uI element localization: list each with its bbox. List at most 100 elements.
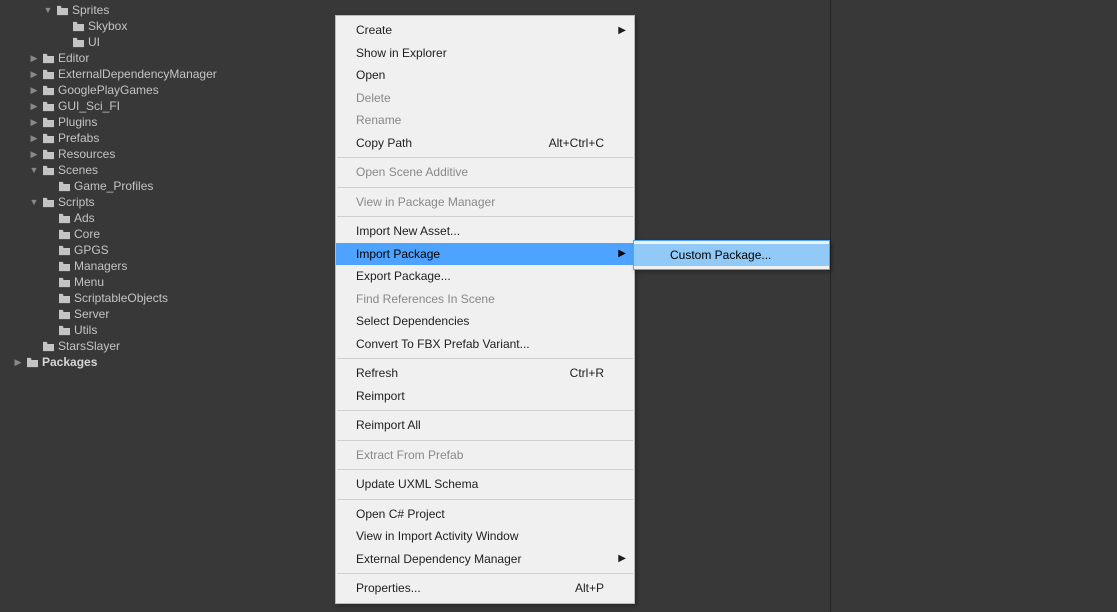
folder-icon — [56, 210, 72, 226]
folder-icon — [56, 178, 72, 194]
expand-arrow-down-icon[interactable]: ▼ — [28, 162, 40, 178]
context-menu-item-label: Copy Path — [356, 136, 549, 150]
context-menu-item: Delete — [336, 87, 634, 110]
context-menu-item[interactable]: Export Package... — [336, 265, 634, 288]
context-menu-item[interactable]: Select Dependencies — [336, 310, 634, 333]
submenu-item[interactable]: Custom Package... — [634, 244, 829, 266]
context-menu-item-label: Delete — [356, 91, 604, 105]
expand-arrow-right-icon[interactable]: ▶ — [28, 130, 40, 146]
tree-item[interactable]: ▶Managers — [0, 258, 220, 274]
context-menu-item-label: Import New Asset... — [356, 224, 604, 238]
expand-arrow-right-icon[interactable]: ▶ — [28, 82, 40, 98]
expand-arrow-right-icon[interactable]: ▶ — [28, 98, 40, 114]
tree-item-label: Ads — [74, 210, 95, 226]
context-menu-item-label: Reimport All — [356, 418, 604, 432]
tree-item[interactable]: ▶ Packages — [0, 354, 220, 370]
folder-icon — [56, 258, 72, 274]
context-menu-item[interactable]: Show in Explorer — [336, 42, 634, 65]
tree-item-label: Editor — [58, 50, 89, 66]
context-menu-item[interactable]: View in Import Activity Window — [336, 525, 634, 548]
import-package-submenu[interactable]: Custom Package... — [633, 240, 830, 270]
folder-icon — [40, 146, 56, 162]
context-menu-item[interactable]: Create▶ — [336, 19, 634, 42]
context-menu-item: Find References In Scene — [336, 288, 634, 311]
tree-item-label: Core — [74, 226, 100, 242]
expand-arrow-down-icon[interactable]: ▼ — [42, 2, 54, 18]
tree-item[interactable]: ▶Prefabs — [0, 130, 220, 146]
folder-icon — [40, 114, 56, 130]
tree-item[interactable]: ▼ Sprites — [0, 2, 220, 18]
folder-icon — [56, 290, 72, 306]
folder-icon — [56, 242, 72, 258]
context-menu-separator — [337, 157, 633, 158]
context-menu-item-label: External Dependency Manager — [356, 552, 604, 566]
tree-item[interactable]: ▶Skybox — [0, 18, 220, 34]
folder-icon — [56, 306, 72, 322]
context-menu-item-label: Refresh — [356, 366, 570, 380]
context-menu-separator — [337, 499, 633, 500]
folder-icon — [40, 338, 56, 354]
context-menu-item-label: Import Package — [356, 247, 604, 261]
tree-item-label: GUI_Sci_FI — [58, 98, 120, 114]
tree-item[interactable]: ▶Plugins — [0, 114, 220, 130]
tree-item[interactable]: ▶Utils — [0, 322, 220, 338]
context-menu-item[interactable]: Import New Asset... — [336, 220, 634, 243]
context-menu-item[interactable]: Properties...Alt+P — [336, 577, 634, 600]
context-menu[interactable]: Create▶Show in Explorer Open Delete Rename C… — [335, 15, 635, 604]
expand-arrow-down-icon[interactable]: ▼ — [28, 194, 40, 210]
tree-item[interactable]: ▶Menu — [0, 274, 220, 290]
tree-item[interactable]: ▶Ads — [0, 210, 220, 226]
submenu-arrow-icon: ▶ — [618, 248, 626, 259]
expand-arrow-right-icon[interactable]: ▶ — [28, 114, 40, 130]
context-menu-item[interactable]: Reimport All — [336, 414, 634, 437]
context-menu-separator — [337, 469, 633, 470]
tree-item[interactable]: ▶Resources — [0, 146, 220, 162]
context-menu-item: Extract From Prefab — [336, 444, 634, 467]
tree-item[interactable]: ▶GPGS — [0, 242, 220, 258]
tree-item-label: Packages — [42, 354, 97, 370]
context-menu-item[interactable]: Reimport — [336, 385, 634, 408]
context-menu-item[interactable]: Open — [336, 64, 634, 87]
tree-item[interactable]: ▶ Editor — [0, 50, 220, 66]
folder-icon — [70, 18, 86, 34]
tree-item[interactable]: ▶UI — [0, 34, 220, 50]
expand-arrow-right-icon[interactable]: ▶ — [28, 66, 40, 82]
tree-item[interactable]: ▶Server — [0, 306, 220, 322]
context-menu-item[interactable]: RefreshCtrl+R — [336, 362, 634, 385]
tree-item-label: Utils — [74, 322, 97, 338]
context-menu-item-label: Rename — [356, 113, 604, 127]
tree-item[interactable]: ▶ExternalDependencyManager — [0, 66, 220, 82]
folder-icon — [40, 162, 56, 178]
folder-icon — [40, 50, 56, 66]
tree-item-label: Scripts — [58, 194, 95, 210]
context-menu-item-label: Select Dependencies — [356, 314, 604, 328]
expand-arrow-right-icon[interactable]: ▶ — [28, 146, 40, 162]
context-menu-separator — [337, 187, 633, 188]
context-menu-item[interactable]: Import Package ▶ — [336, 243, 634, 266]
context-menu-item-label: Reimport — [356, 389, 604, 403]
panel-splitter[interactable] — [830, 0, 831, 612]
tree-item[interactable]: ▶ScriptableObjects — [0, 290, 220, 306]
tree-item-label: Sprites — [72, 2, 109, 18]
context-menu-item-label: Open — [356, 68, 604, 82]
expand-arrow-right-icon[interactable]: ▶ — [28, 50, 40, 66]
context-menu-item-label: View in Package Manager — [356, 195, 604, 209]
tree-item[interactable]: ▼ Scripts — [0, 194, 220, 210]
folder-icon — [56, 322, 72, 338]
context-menu-item[interactable]: Update UXML Schema — [336, 473, 634, 496]
context-menu-item[interactable]: Convert To FBX Prefab Variant... — [336, 333, 634, 356]
expand-arrow-right-icon[interactable]: ▶ — [12, 354, 24, 370]
tree-item[interactable]: ▶Game_Profiles — [0, 178, 220, 194]
context-menu-item[interactable]: Copy PathAlt+Ctrl+C — [336, 132, 634, 155]
tree-item[interactable]: ▶Core — [0, 226, 220, 242]
tree-item[interactable]: ▼ Scenes — [0, 162, 220, 178]
context-menu-item-label: Properties... — [356, 581, 575, 595]
tree-item[interactable]: ▶ GUI_Sci_FI — [0, 98, 220, 114]
project-tree-panel[interactable]: ▼Sprites▶Skybox▶UI▶Editor▶ExternalDepend… — [0, 0, 220, 612]
context-menu-item[interactable]: Open C# Project — [336, 503, 634, 526]
tree-item[interactable]: ▶GooglePlayGames — [0, 82, 220, 98]
submenu-arrow-icon: ▶ — [618, 25, 626, 36]
tree-item[interactable]: ▶StarsSlayer — [0, 338, 220, 354]
context-menu-item[interactable]: External Dependency Manager▶ — [336, 548, 634, 571]
tree-item-label: Scenes — [58, 162, 98, 178]
